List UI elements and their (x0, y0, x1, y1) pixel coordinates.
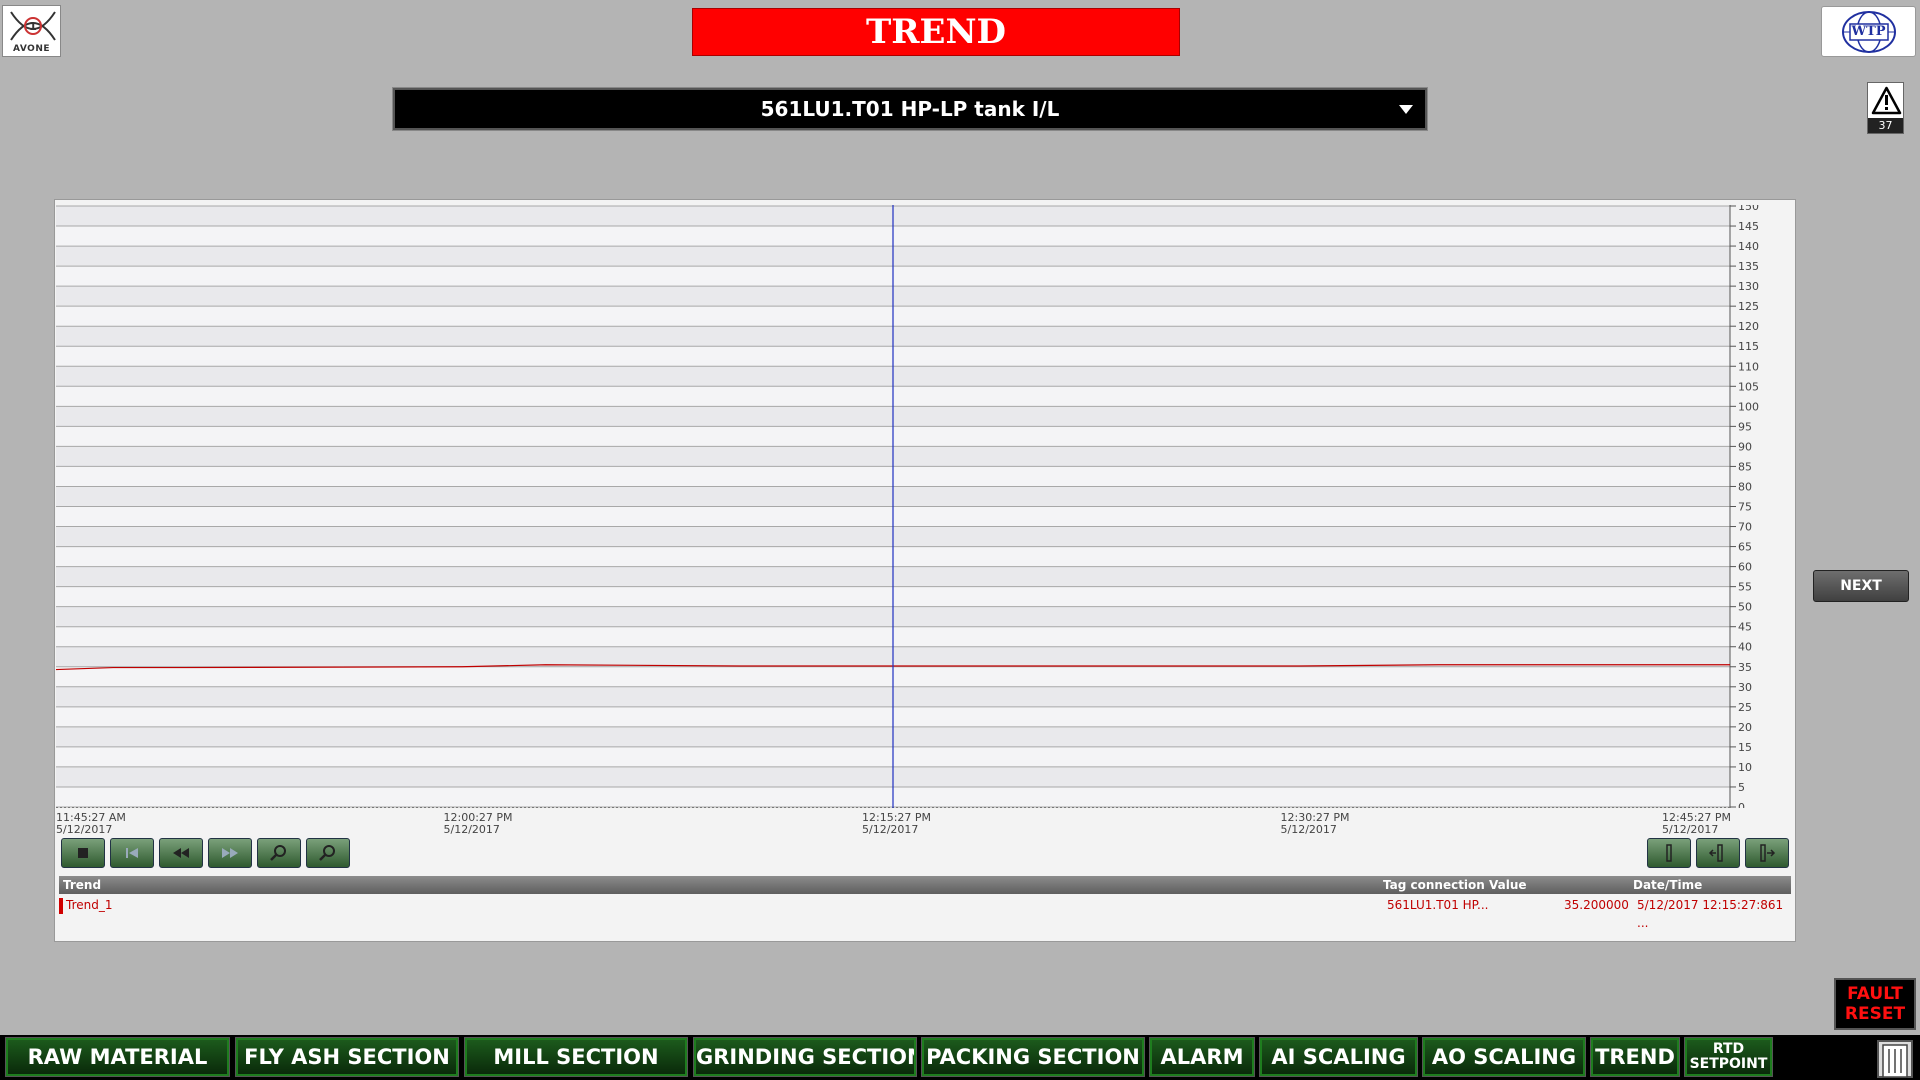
y-tick-label: 80 (1738, 480, 1752, 493)
y-tick-label: 140 (1738, 240, 1759, 253)
y-tick-label: 150 (1738, 205, 1759, 213)
y-tick-label: 50 (1738, 601, 1752, 614)
stop-button[interactable] (61, 838, 105, 868)
y-tick-label: 35 (1738, 661, 1752, 674)
col-value: Value (1489, 878, 1527, 892)
avone-logo-icon: 1 (10, 11, 56, 41)
time-axis-label: 11:45:27 AM 5/12/2017 (56, 811, 126, 836)
svg-text:1: 1 (29, 20, 37, 33)
y-tick-label: 130 (1738, 280, 1759, 293)
y-tick-label: 85 (1738, 460, 1752, 473)
rewind-icon (173, 848, 189, 858)
chevron-down-icon[interactable] (1399, 105, 1413, 114)
y-tick-label: 0 (1738, 801, 1745, 808)
y-tick-label: 95 (1738, 420, 1752, 433)
row-tag-connection: 561LU1.T01 HP... (1387, 898, 1489, 912)
trend-color-marker (59, 898, 63, 914)
y-tick-label: 45 (1738, 621, 1752, 634)
nav-grinding-section[interactable]: GRINDING SECTION (693, 1037, 917, 1077)
ruler-button[interactable] (1647, 838, 1691, 868)
time-axis-label: 12:45:27 PM 5/12/2017 (1662, 811, 1732, 836)
forward-button[interactable] (208, 838, 252, 868)
y-tick-label: 75 (1738, 501, 1752, 514)
y-tick-label: 100 (1738, 400, 1759, 413)
y-tick-label: 125 (1738, 300, 1759, 313)
ruler-right-icon (1760, 844, 1776, 862)
y-tick-label: 30 (1738, 681, 1752, 694)
exit-door-icon[interactable] (1874, 1037, 1916, 1079)
col-trend: Trend (63, 878, 102, 892)
y-tick-label: 135 (1738, 260, 1759, 273)
stop-icon (78, 848, 88, 858)
nav-rtd-setpoint[interactable]: RTD SETPOINT (1684, 1037, 1773, 1077)
y-tick-label: 10 (1738, 761, 1752, 774)
y-tick-label: 110 (1738, 360, 1759, 373)
page-title: TREND (692, 8, 1180, 56)
row-value: 35.200000 (1564, 898, 1629, 912)
nav-trend[interactable]: TREND (1590, 1037, 1680, 1077)
bottom-nav: RAW MATERIAL FLY ASH SECTION MILL SECTIO… (0, 1035, 1920, 1080)
nav-rtd-line2: SETPOINT (1689, 1056, 1768, 1072)
zoom-out-icon (319, 845, 335, 861)
zoom-out-button[interactable] (306, 838, 350, 868)
first-icon (126, 848, 138, 858)
y-tick-label: 90 (1738, 440, 1752, 453)
nav-packing-section[interactable]: PACKING SECTION (921, 1037, 1145, 1077)
y-tick-label: 120 (1738, 320, 1759, 333)
ruler-right-button[interactable] (1745, 838, 1789, 868)
ruler-icon (1666, 844, 1672, 862)
nav-ao-scaling[interactable]: AO SCALING (1422, 1037, 1586, 1077)
nav-fly-ash-section[interactable]: FLY ASH SECTION (235, 1037, 459, 1077)
ruler-left-button[interactable] (1696, 838, 1740, 868)
fault-reset-line1: FAULT (1847, 984, 1903, 1004)
zoom-in-icon (270, 845, 286, 861)
row-trend-name: Trend_1 (66, 898, 113, 912)
fault-reset-button[interactable]: FAULT RESET (1834, 978, 1916, 1030)
trend-plot[interactable]: 0 5 10 15 20 25 30 35 40 45 50 55 60 65 70 75 80 85 90 95 10… (56, 205, 1766, 808)
time-axis: 11:45:27 AM 5/12/2017 12:00:27 PM 5/12/2017… (55, 812, 1797, 840)
y-tick-label: 20 (1738, 721, 1752, 734)
time-axis-label: 12:30:27 PM 5/12/2017 (1280, 811, 1350, 836)
rewind-button[interactable] (159, 838, 203, 868)
logo-left-text: AVONE (13, 44, 50, 54)
time-axis-label: 12:15:27 PM 5/12/2017 (862, 811, 932, 836)
y-tick-label: 115 (1738, 340, 1759, 353)
fault-reset-line2: RESET (1844, 1004, 1906, 1024)
tag-selector-dropdown[interactable]: 561LU1.T01 HP-LP tank I/L (392, 87, 1428, 131)
y-tick-label: 15 (1738, 741, 1752, 754)
y-tick-label: 25 (1738, 701, 1752, 714)
time-axis-label: 12:00:27 PM 5/12/2017 (443, 811, 513, 836)
y-tick-label: 5 (1738, 781, 1745, 794)
row-datetime: 5/12/2017 12:15:27:861 ... (1637, 898, 1784, 930)
col-tag-connection: Tag connection (1383, 878, 1485, 892)
alarm-indicator[interactable]: 37 (1867, 82, 1904, 134)
y-tick-label: 70 (1738, 521, 1752, 534)
nav-alarm[interactable]: ALARM (1149, 1037, 1255, 1077)
trend-table-header: Trend Tag connection Value Date/Time (59, 876, 1791, 894)
company-logo-right: WTP (1821, 6, 1916, 57)
nav-raw-material[interactable]: RAW MATERIAL (5, 1037, 230, 1077)
zoom-in-button[interactable] (257, 838, 301, 868)
company-logo-left: 1 AVONE (2, 5, 61, 57)
forward-icon (222, 848, 238, 858)
logo-right-text: WTP (1851, 24, 1886, 39)
warning-icon (1871, 86, 1902, 115)
trend-view: 0 5 10 15 20 25 30 35 40 45 50 55 60 65 70 75 80 85 90 95 10… (54, 199, 1796, 942)
col-datetime: Date/Time (1633, 878, 1703, 892)
y-tick-label: 65 (1738, 541, 1752, 554)
y-tick-label: 60 (1738, 561, 1752, 574)
y-tick-label: 105 (1738, 380, 1759, 393)
nav-rtd-line1: RTD (1712, 1041, 1745, 1057)
nav-mill-section[interactable]: MILL SECTION (464, 1037, 688, 1077)
y-tick-label: 145 (1738, 220, 1759, 233)
y-tick-label: 40 (1738, 641, 1752, 654)
tag-selector-value: 561LU1.T01 HP-LP tank I/L (760, 97, 1060, 121)
alarm-count: 37 (1868, 118, 1903, 133)
nav-ai-scaling[interactable]: AI SCALING (1259, 1037, 1418, 1077)
y-tick-label: 55 (1738, 581, 1752, 594)
first-page-button[interactable] (110, 838, 154, 868)
next-button[interactable]: NEXT (1813, 570, 1909, 602)
ruler-left-icon (1708, 844, 1723, 862)
table-row[interactable]: Trend_1 561LU1.T01 HP... 35.200000 5/12/… (59, 896, 1791, 930)
